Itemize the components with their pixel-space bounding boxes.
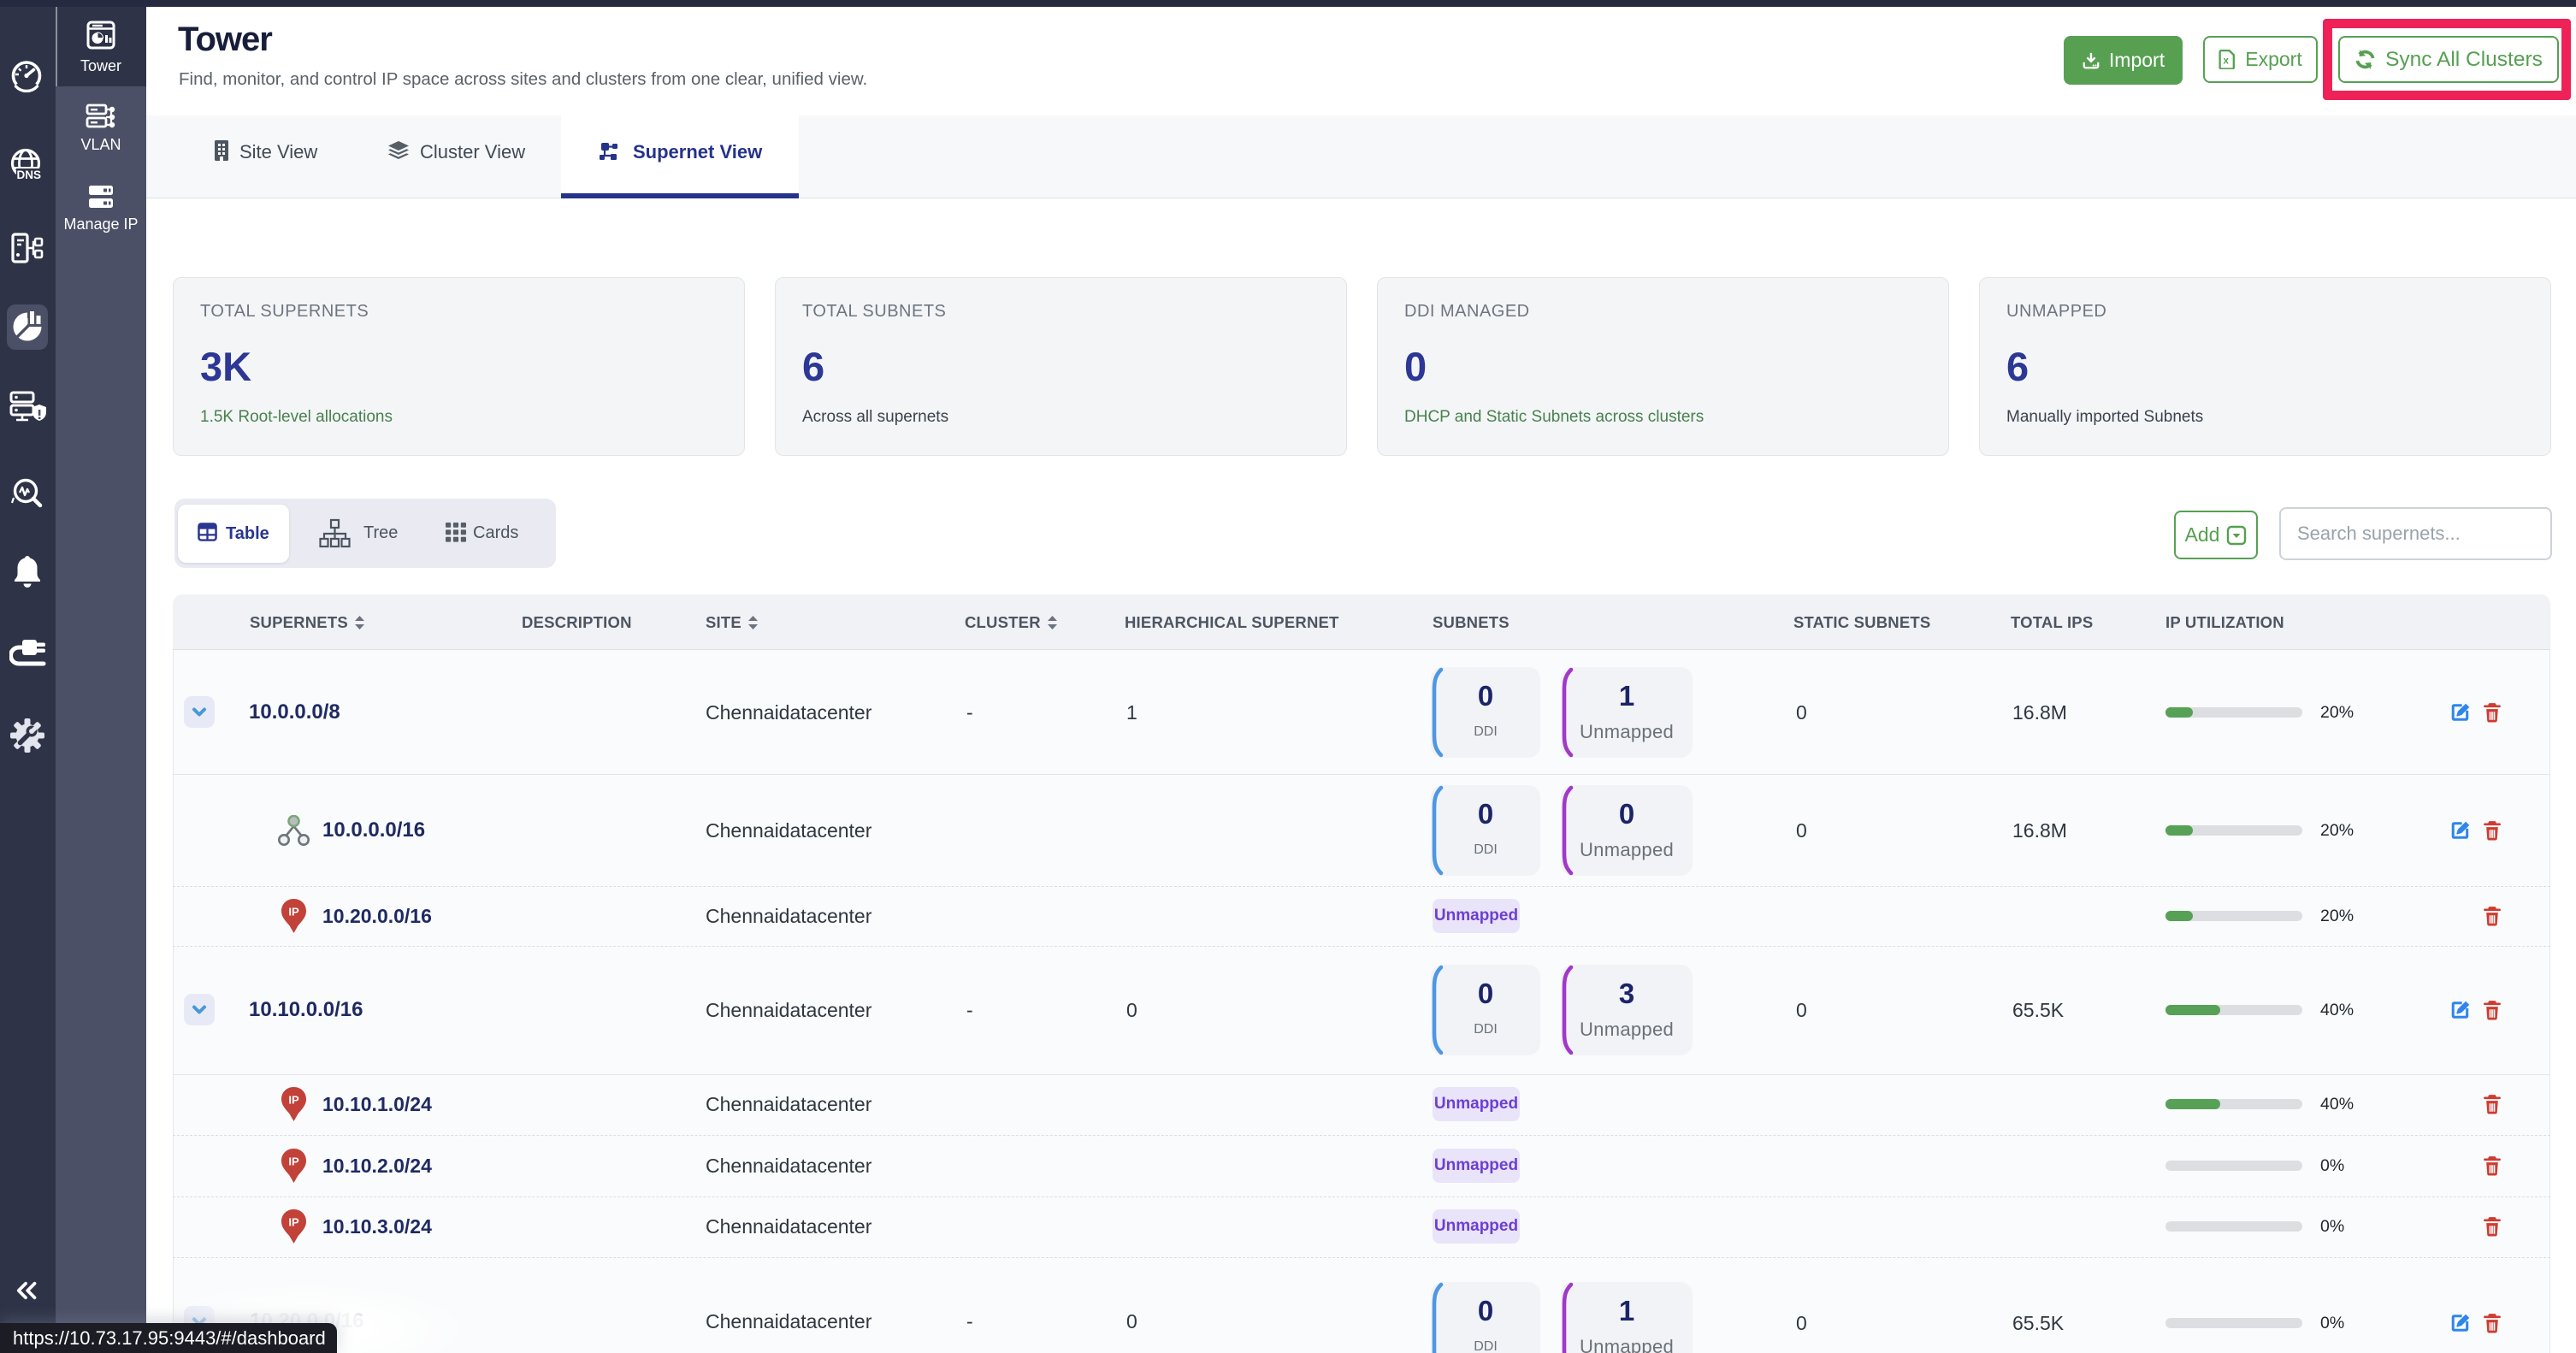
svg-text:DNS: DNS — [17, 168, 42, 181]
svg-text:IP: IP — [288, 1155, 299, 1168]
svg-text:x: x — [2224, 56, 2230, 67]
svg-text:IP: IP — [288, 906, 299, 919]
svg-text:IP: IP — [288, 1216, 299, 1229]
svg-text:IP: IP — [288, 1094, 299, 1107]
